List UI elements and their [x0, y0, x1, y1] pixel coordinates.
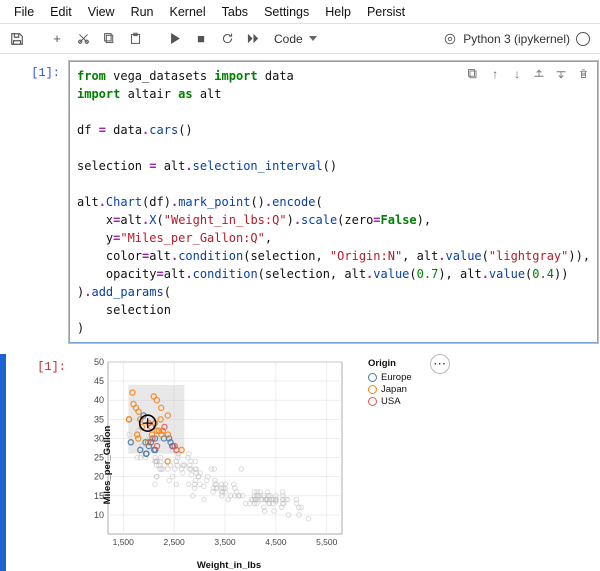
svg-text:35: 35 — [94, 414, 104, 424]
legend-title: Origin — [368, 358, 412, 369]
copy-cell-button[interactable] — [465, 66, 481, 82]
insert-below-button[interactable] — [553, 66, 569, 82]
svg-text:1,500: 1,500 — [113, 537, 135, 547]
stop-button[interactable]: ■ — [190, 28, 212, 50]
move-up-button[interactable]: ↑ — [487, 66, 503, 82]
paste-button[interactable] — [124, 28, 146, 50]
run-button[interactable] — [164, 28, 186, 50]
svg-text:50: 50 — [94, 358, 104, 367]
copy-button[interactable] — [98, 28, 120, 50]
notebook-area: [1]: ↑ ↓ from vega_datasets import data … — [0, 54, 600, 571]
cut-button[interactable] — [72, 28, 94, 50]
input-prompt: [1]: — [2, 60, 68, 344]
kernel-status-icon — [576, 32, 590, 46]
svg-text:10: 10 — [94, 510, 104, 520]
menubar: FileEditViewRunKernelTabsSettingsHelpPer… — [0, 0, 600, 24]
output-cell: [1]: Miles_per_Gallon 101520253035404550… — [0, 354, 596, 571]
code-cell[interactable]: [1]: ↑ ↓ from vega_datasets import data … — [0, 60, 596, 344]
menu-help[interactable]: Help — [317, 3, 359, 21]
svg-text:5,500: 5,500 — [316, 537, 338, 547]
move-down-button[interactable]: ↓ — [509, 66, 525, 82]
cell-type-label: Code — [274, 32, 303, 46]
svg-text:45: 45 — [94, 376, 104, 386]
code-editor[interactable]: from vega_datasets import data import al… — [68, 60, 599, 344]
save-button[interactable] — [6, 28, 28, 50]
chart-actions-button[interactable]: ⋯ — [430, 354, 450, 374]
svg-text:4,500: 4,500 — [265, 537, 287, 547]
svg-text:2,500: 2,500 — [163, 537, 185, 547]
svg-text:3,500: 3,500 — [214, 537, 236, 547]
menu-view[interactable]: View — [80, 3, 123, 21]
cell-gutter — [0, 354, 6, 571]
cell-toolbar: ↑ ↓ — [463, 64, 593, 84]
cell-type-selector[interactable]: Code — [268, 31, 323, 47]
kernel-indicator[interactable]: Python 3 (ipykernel) — [443, 32, 594, 46]
chart[interactable]: Miles_per_Gallon 1015202530354045501,500… — [78, 358, 358, 571]
legend-item-europe[interactable]: Europe — [368, 372, 412, 383]
y-axis-label: Miles_per_Gallon — [102, 425, 113, 504]
legend-item-usa[interactable]: USA — [368, 396, 412, 407]
menu-kernel[interactable]: Kernel — [162, 3, 214, 21]
chevron-down-icon — [309, 36, 317, 41]
insert-above-button[interactable] — [531, 66, 547, 82]
restart-button[interactable] — [216, 28, 238, 50]
output-prompt: [1]: — [8, 354, 74, 571]
legend: ⋯ Origin EuropeJapanUSA — [368, 358, 412, 408]
menu-persist[interactable]: Persist — [359, 3, 413, 21]
toolbar: + ■ Code Python 3 (ipykernel) — [0, 24, 600, 54]
delete-cell-button[interactable] — [575, 66, 591, 82]
menu-settings[interactable]: Settings — [256, 3, 317, 21]
svg-text:40: 40 — [94, 395, 104, 405]
menu-tabs[interactable]: Tabs — [214, 3, 256, 21]
menu-edit[interactable]: Edit — [42, 3, 80, 21]
add-cell-button[interactable]: + — [46, 28, 68, 50]
legend-item-japan[interactable]: Japan — [368, 384, 412, 395]
run-all-button[interactable] — [242, 28, 264, 50]
scatter-plot[interactable]: 1015202530354045501,5002,5003,5004,5005,… — [78, 358, 348, 558]
x-axis-label: Weight_in_lbs — [100, 560, 358, 571]
menu-run[interactable]: Run — [123, 3, 162, 21]
kernel-name: Python 3 (ipykernel) — [463, 32, 570, 46]
menu-file[interactable]: File — [6, 3, 42, 21]
